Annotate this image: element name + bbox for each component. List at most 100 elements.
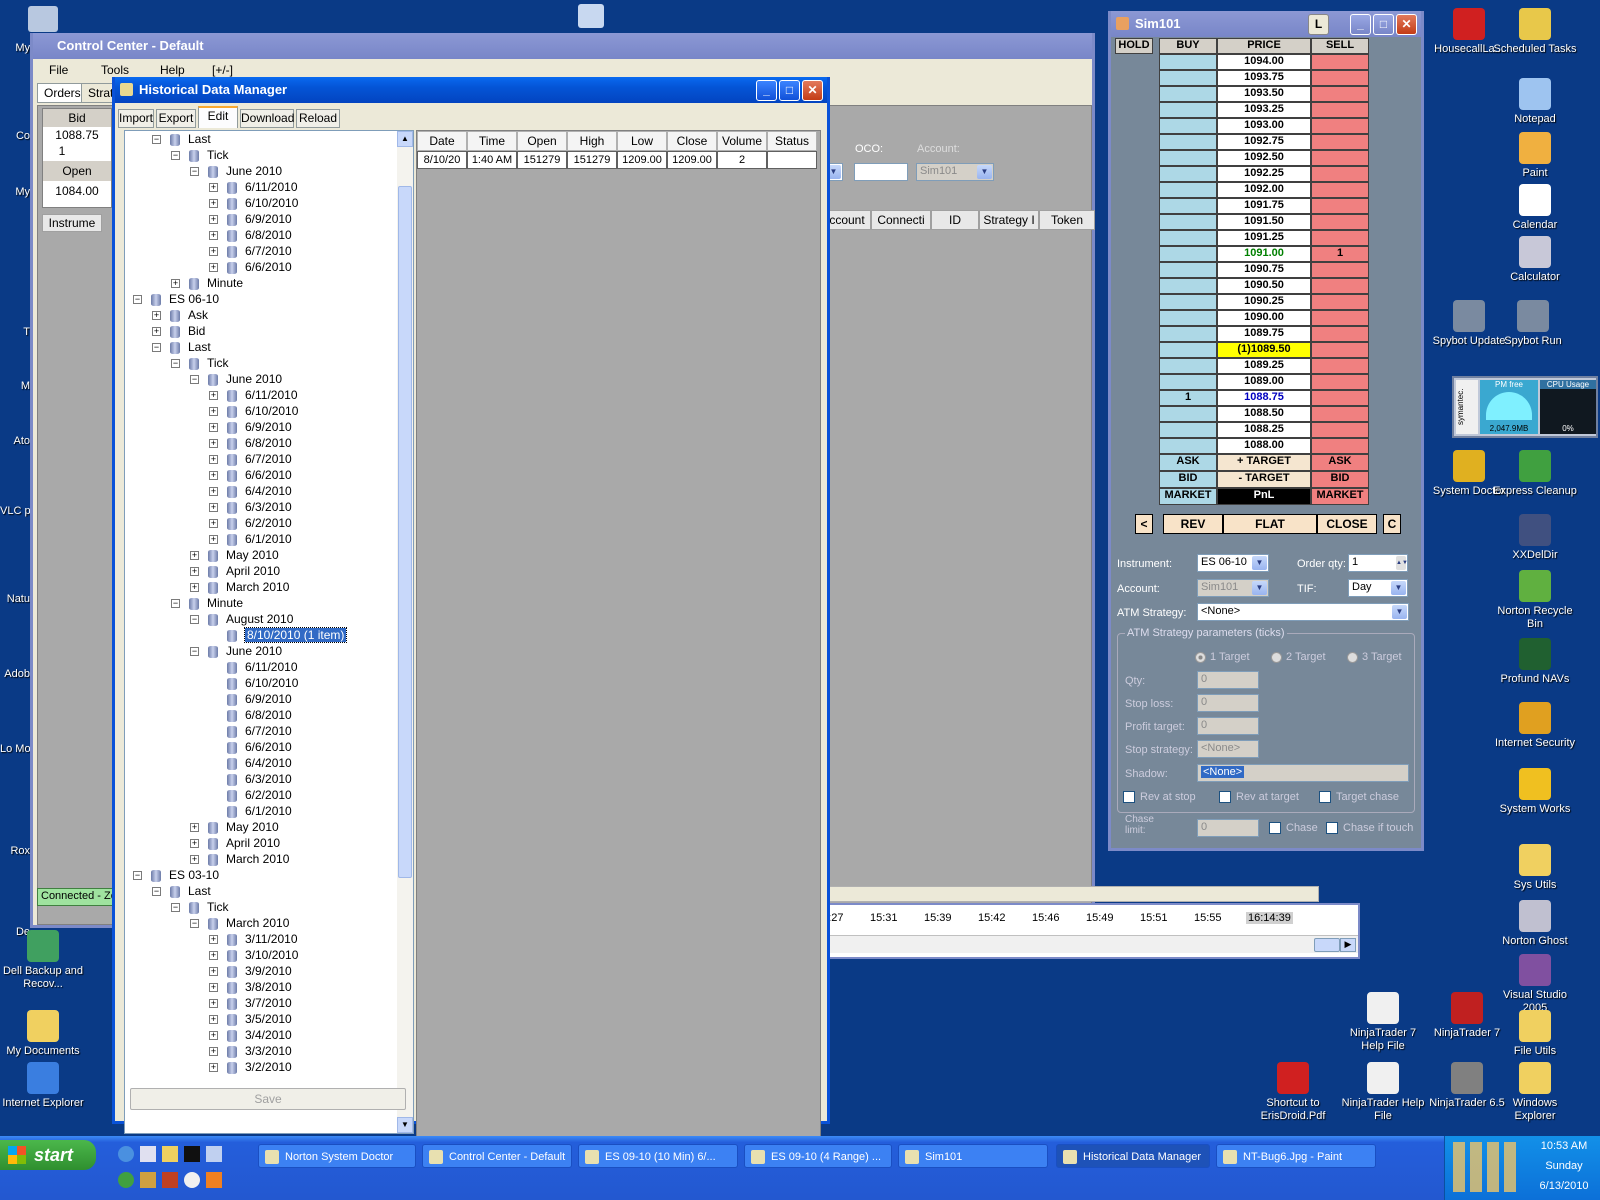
buy-cell[interactable] <box>1159 102 1217 118</box>
expand-icon[interactable]: + <box>209 263 218 273</box>
buy-cell[interactable] <box>1159 230 1217 246</box>
ie-quicklaunch-icon[interactable] <box>118 1146 134 1162</box>
expand-icon[interactable]: + <box>209 487 218 497</box>
buy-cell[interactable] <box>1159 246 1217 262</box>
collapse-icon[interactable]: − <box>133 871 142 881</box>
bid-buy-button[interactable]: BID <box>1159 471 1217 488</box>
desktop-icon[interactable]: Internet Explorer <box>0 1062 86 1110</box>
column-header-low[interactable]: Low <box>617 131 667 151</box>
buy-cell[interactable] <box>1159 294 1217 310</box>
grid-cell[interactable]: 151279 <box>567 151 617 169</box>
collapse-icon[interactable]: − <box>133 295 142 305</box>
tree-node[interactable]: − Tick <box>171 899 229 915</box>
outlook-quicklaunch-icon[interactable] <box>140 1146 156 1162</box>
tree-node[interactable]: + April 2010 <box>190 563 280 579</box>
qty-stepper[interactable]: 0 <box>1197 671 1259 689</box>
expand-icon[interactable]: + <box>209 391 218 401</box>
chase-if-touch-checkbox[interactable] <box>1326 822 1338 834</box>
tree-node[interactable]: +3/11/2010 <box>209 931 298 947</box>
grid-cell[interactable]: 1:40 AM <box>467 151 517 169</box>
sell-cell[interactable] <box>1311 102 1369 118</box>
account-select[interactable]: Sim101 ▼ <box>916 163 994 181</box>
sell-cell[interactable] <box>1311 358 1369 374</box>
tree-node[interactable]: +6/2/2010 <box>209 515 292 531</box>
tree-node[interactable]: − ES 03-10 <box>133 867 219 883</box>
buy-cell[interactable] <box>1159 374 1217 390</box>
taskbar-button[interactable]: NT-Bug6.Jpg - Paint <box>1216 1144 1376 1168</box>
tree-node[interactable]: 6/2/2010 <box>209 787 292 803</box>
tree-node[interactable]: +6/8/2010 <box>209 435 292 451</box>
tree-node[interactable]: + Bid <box>152 323 205 339</box>
column-header[interactable]: ID <box>931 210 979 230</box>
explorer-quicklaunch-icon[interactable] <box>162 1146 178 1162</box>
menu-item-[interactable]: [+/-] <box>212 63 233 77</box>
stop-strategy-select[interactable]: <None> <box>1197 740 1259 758</box>
desktop-icon[interactable]: Windows Explorer <box>1492 1062 1578 1123</box>
atm-checkbox-1[interactable]: Rev at stop <box>1123 791 1196 804</box>
buy-cell[interactable] <box>1159 326 1217 342</box>
sell-cell[interactable] <box>1311 182 1369 198</box>
buy-cell[interactable] <box>1159 86 1217 102</box>
expand-icon[interactable]: + <box>209 471 218 481</box>
desktop-icon[interactable]: Calendar <box>1492 184 1578 232</box>
tree-node[interactable]: − August 2010 <box>190 611 293 627</box>
sell-cell[interactable] <box>1311 326 1369 342</box>
column-header[interactable]: Connecti <box>871 210 931 230</box>
buy-cell[interactable] <box>1159 422 1217 438</box>
scroll-left-button[interactable]: < <box>1135 514 1153 534</box>
buy-cell[interactable] <box>1159 166 1217 182</box>
desktop-icon[interactable]: Express Cleanup <box>1492 450 1578 498</box>
network-quicklaunch-icon[interactable] <box>206 1146 222 1162</box>
buy-cell[interactable] <box>1159 310 1217 326</box>
expand-icon[interactable]: + <box>209 983 218 993</box>
tree-node[interactable]: 6/3/2010 <box>209 771 292 787</box>
collapse-icon[interactable]: − <box>171 599 180 609</box>
buy-cell[interactable] <box>1159 182 1217 198</box>
desktop-icon[interactable]: Norton Recycle Bin <box>1492 570 1578 631</box>
expand-icon[interactable]: + <box>209 1047 218 1057</box>
expand-icon[interactable]: + <box>190 551 199 561</box>
instrument-select[interactable]: ES 06-10 ▼ <box>1197 554 1269 572</box>
cmd-quicklaunch-icon[interactable] <box>184 1146 200 1162</box>
tree-node[interactable]: +6/3/2010 <box>209 499 292 515</box>
desktop-icon[interactable]: Dell Backup and Recov... <box>0 930 86 991</box>
sell-cell[interactable] <box>1311 406 1369 422</box>
tree-node[interactable]: − Tick <box>171 355 229 371</box>
menu-item-file[interactable]: File <box>49 63 68 77</box>
grid-cell[interactable] <box>767 151 817 169</box>
radio-icon[interactable] <box>1195 651 1206 663</box>
collapse-icon[interactable]: − <box>171 359 180 369</box>
buy-cell[interactable] <box>1159 150 1217 166</box>
column-header-high[interactable]: High <box>567 131 617 151</box>
column-header-close[interactable]: Close <box>667 131 717 151</box>
sell-cell[interactable] <box>1311 294 1369 310</box>
desktop-icon[interactable]: NinjaTrader 7 Help File <box>1340 992 1426 1053</box>
target-button[interactable]: + TARGET <box>1217 454 1311 471</box>
tree-node[interactable]: 6/6/2010 <box>209 739 292 755</box>
expand-icon[interactable]: + <box>209 1063 218 1073</box>
expand-icon[interactable]: + <box>209 455 218 465</box>
tree-node[interactable]: − June 2010 <box>190 163 282 179</box>
app4-quicklaunch-icon[interactable] <box>184 1172 200 1188</box>
tree-node[interactable]: +6/7/2010 <box>209 243 292 259</box>
collapse-icon[interactable]: − <box>190 167 199 177</box>
tree-node[interactable]: +6/8/2010 <box>209 227 292 243</box>
tree-node[interactable]: 6/10/2010 <box>209 675 298 691</box>
sell-cell[interactable] <box>1311 70 1369 86</box>
tree-node[interactable]: +3/8/2010 <box>209 979 292 995</box>
expand-icon[interactable]: + <box>152 311 161 321</box>
sim101-dom-window[interactable]: Sim101 L _ □ ✕ HOLD BUY PRICE SELL 1094.00 10… <box>1108 11 1424 851</box>
reverse-button[interactable]: REV <box>1163 514 1223 534</box>
tab-export[interactable]: Export <box>156 109 196 128</box>
maximize-button[interactable]: □ <box>779 80 800 101</box>
atm-strategy-select[interactable]: <None> ▼ <box>1197 603 1409 621</box>
tree-node[interactable]: 6/7/2010 <box>209 723 292 739</box>
order-qty-stepper[interactable]: 1 ▲▼ <box>1348 554 1408 572</box>
tree-node[interactable]: +6/7/2010 <box>209 451 292 467</box>
chart-window-strip[interactable]: 15:2715:3115:3915:4215:4615:4915:5115:55… <box>800 903 1360 959</box>
grid-cell[interactable]: 1209.00 <box>667 151 717 169</box>
expand-icon[interactable]: + <box>209 535 218 545</box>
sell-cell[interactable] <box>1311 230 1369 246</box>
collapse-icon[interactable]: − <box>152 343 161 353</box>
tab-reload[interactable]: Reload <box>296 109 340 128</box>
